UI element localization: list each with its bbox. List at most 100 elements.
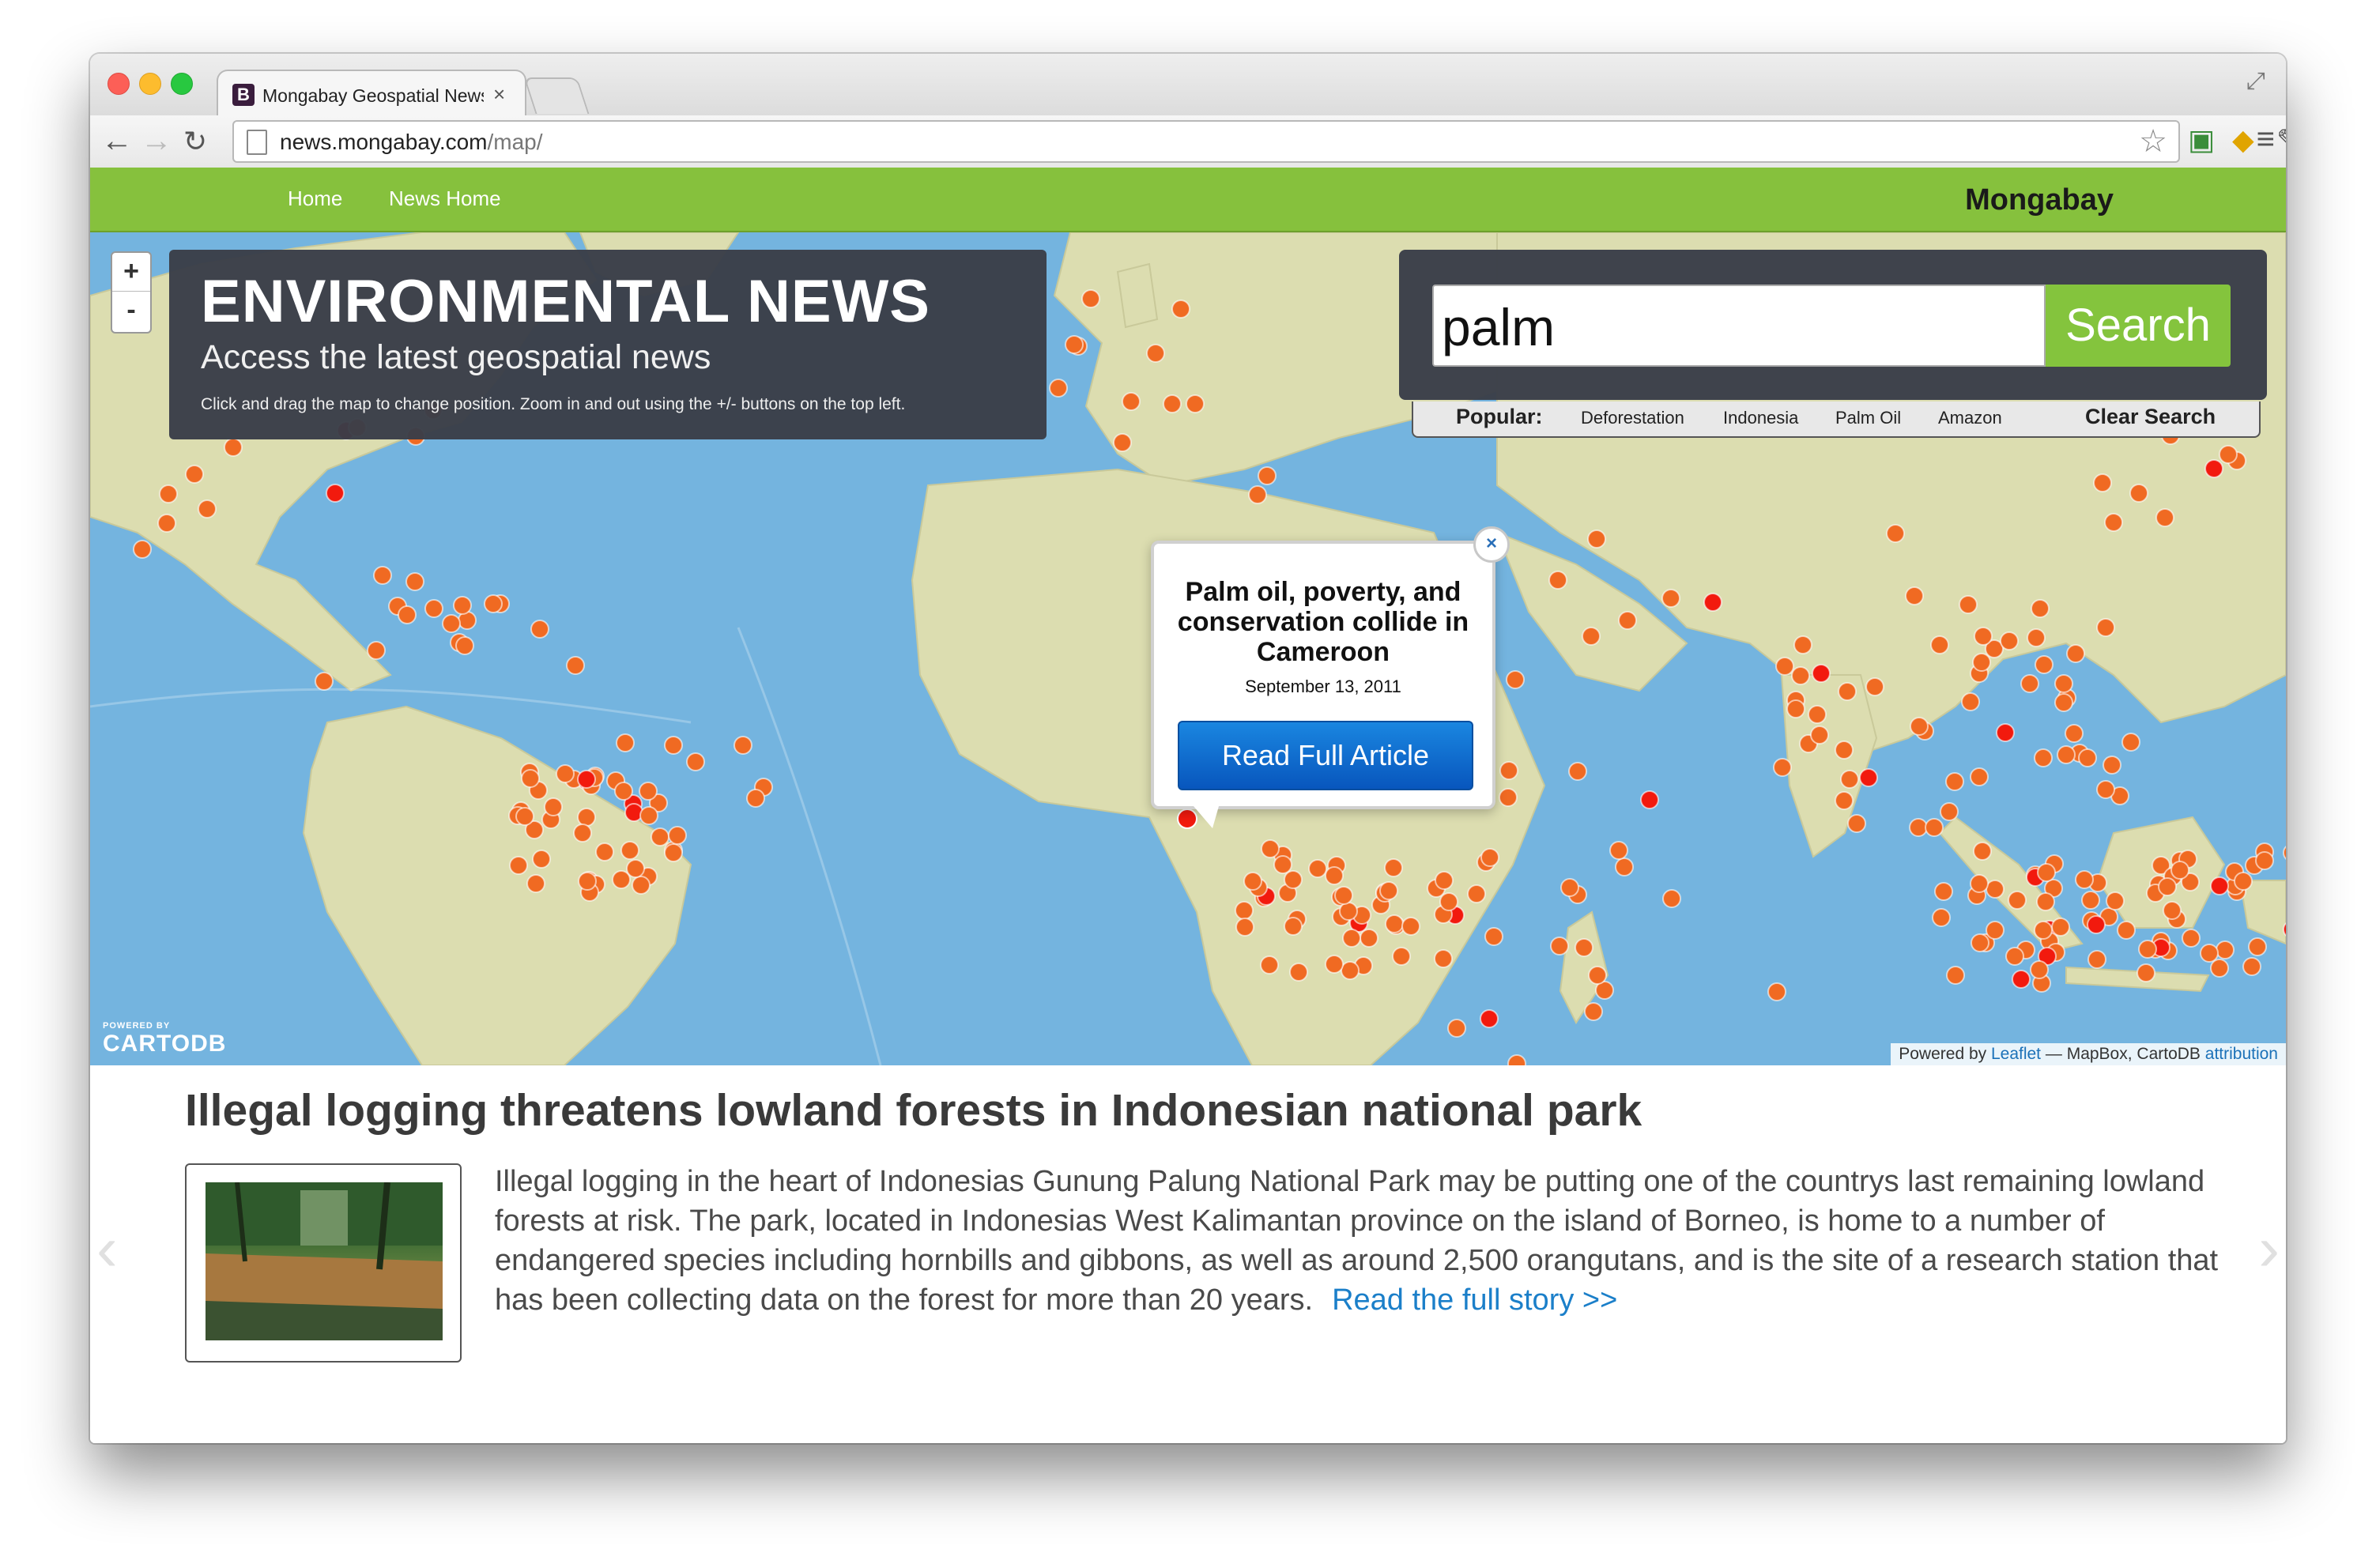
zoom-window-button[interactable] — [171, 73, 193, 95]
news-marker[interactable] — [2182, 929, 2201, 948]
read-full-article-button[interactable]: Read Full Article — [1178, 721, 1473, 790]
news-marker[interactable] — [1909, 818, 1928, 837]
news-marker[interactable] — [2096, 780, 2115, 799]
news-marker[interactable] — [367, 641, 386, 660]
extension-icon[interactable]: ◆ — [2232, 123, 2254, 156]
news-marker[interactable] — [1932, 908, 1951, 927]
news-marker[interactable] — [2037, 863, 2056, 882]
news-marker[interactable] — [1961, 692, 1980, 711]
news-marker[interactable] — [2031, 599, 2050, 618]
news-marker[interactable] — [639, 806, 658, 825]
news-marker[interactable] — [1587, 530, 1606, 548]
news-marker[interactable] — [1971, 933, 1989, 952]
news-marker[interactable] — [1385, 914, 1404, 933]
news-marker[interactable] — [566, 656, 585, 675]
news-marker[interactable] — [544, 797, 563, 816]
news-marker[interactable] — [1049, 379, 1068, 398]
news-marker[interactable] — [2216, 940, 2235, 959]
news-marker[interactable] — [2219, 445, 2238, 464]
news-marker[interactable] — [2035, 655, 2054, 674]
news-marker[interactable] — [1588, 966, 1607, 985]
news-marker[interactable] — [1260, 956, 1279, 974]
fullscreen-icon[interactable]: ⤢ — [2246, 68, 2265, 95]
news-marker[interactable] — [1439, 892, 1458, 911]
news-marker[interactable] — [2000, 631, 2019, 650]
news-marker[interactable] — [1284, 917, 1303, 936]
news-marker[interactable] — [1946, 966, 1965, 985]
news-marker[interactable] — [1575, 938, 1593, 957]
news-marker[interactable] — [639, 782, 658, 801]
news-marker[interactable] — [509, 856, 528, 875]
news-marker[interactable] — [2036, 892, 2055, 911]
news-marker[interactable] — [1767, 982, 1786, 1001]
carousel-next-icon[interactable]: › — [2258, 1212, 2280, 1285]
news-marker[interactable] — [1582, 627, 1601, 646]
news-marker[interactable] — [2117, 921, 2136, 940]
news-marker[interactable] — [1113, 433, 1132, 452]
news-marker[interactable] — [2087, 915, 2106, 934]
news-marker[interactable] — [1934, 882, 1953, 901]
news-marker[interactable] — [1930, 635, 1949, 654]
news-marker[interactable] — [1786, 699, 1805, 718]
news-marker[interactable] — [198, 499, 217, 518]
news-marker[interactable] — [1248, 485, 1267, 504]
news-marker[interactable] — [577, 770, 596, 789]
news-marker[interactable] — [2051, 918, 2070, 937]
read-full-story-link[interactable]: Read the full story >> — [1332, 1283, 1617, 1317]
news-marker[interactable] — [1615, 858, 1634, 876]
news-marker[interactable] — [1974, 627, 1993, 646]
news-marker[interactable] — [1859, 768, 1878, 787]
news-marker[interactable] — [424, 599, 443, 618]
news-marker[interactable] — [2054, 674, 2073, 693]
news-marker[interactable] — [484, 594, 503, 613]
news-marker[interactable] — [1334, 886, 1353, 905]
news-marker[interactable] — [2137, 963, 2155, 982]
news-map[interactable]: + - ENVIRONMENTAL NEWS Access the latest… — [90, 232, 2286, 1065]
news-marker[interactable] — [1609, 841, 1628, 860]
news-marker[interactable] — [398, 605, 417, 624]
news-marker[interactable] — [1812, 664, 1831, 683]
news-marker[interactable] — [1392, 947, 1411, 966]
popular-link-palm-oil[interactable]: Palm Oil — [1835, 408, 1901, 428]
news-marker[interactable] — [1661, 589, 1680, 608]
news-marker[interactable] — [2103, 756, 2121, 775]
news-marker[interactable] — [1499, 761, 1518, 780]
popular-link-amazon[interactable]: Amazon — [1938, 408, 2002, 428]
news-marker[interactable] — [224, 438, 243, 457]
news-marker[interactable] — [526, 874, 545, 893]
news-marker[interactable] — [1258, 466, 1277, 485]
news-marker[interactable] — [2248, 937, 2267, 956]
news-marker[interactable] — [2065, 724, 2084, 743]
brand-logo[interactable]: Mongabay — [1965, 183, 2114, 217]
new-tab-button[interactable] — [523, 77, 590, 114]
news-marker[interactable] — [1970, 767, 1989, 786]
news-marker[interactable] — [1835, 741, 1854, 760]
news-marker[interactable] — [185, 465, 204, 484]
news-marker[interactable] — [532, 850, 551, 869]
news-marker[interactable] — [159, 484, 178, 503]
news-marker[interactable] — [620, 841, 639, 860]
news-marker[interactable] — [578, 872, 597, 891]
news-marker[interactable] — [1235, 901, 1254, 920]
news-marker[interactable] — [2096, 618, 2115, 637]
news-marker[interactable] — [1791, 666, 1810, 685]
news-marker[interactable] — [746, 789, 765, 808]
news-marker[interactable] — [573, 824, 592, 842]
news-marker[interactable] — [1808, 705, 1827, 724]
cartodb-logo[interactable]: POWERED BY CARTODB — [103, 1021, 226, 1057]
news-marker[interactable] — [133, 540, 152, 559]
news-marker[interactable] — [2121, 733, 2140, 752]
popular-link-indonesia[interactable]: Indonesia — [1723, 408, 1798, 428]
news-marker[interactable] — [1435, 871, 1454, 890]
news-marker[interactable] — [521, 769, 540, 788]
news-marker[interactable] — [2054, 693, 2073, 712]
news-marker[interactable] — [1122, 392, 1141, 411]
news-marker[interactable] — [1840, 770, 1859, 789]
news-marker[interactable] — [2081, 891, 2100, 910]
news-marker[interactable] — [1146, 344, 1165, 363]
news-marker[interactable] — [2008, 891, 2027, 910]
news-marker[interactable] — [664, 736, 683, 755]
news-marker[interactable] — [2020, 674, 2039, 693]
news-marker[interactable] — [1986, 880, 2005, 899]
news-marker[interactable] — [1480, 1009, 1499, 1028]
